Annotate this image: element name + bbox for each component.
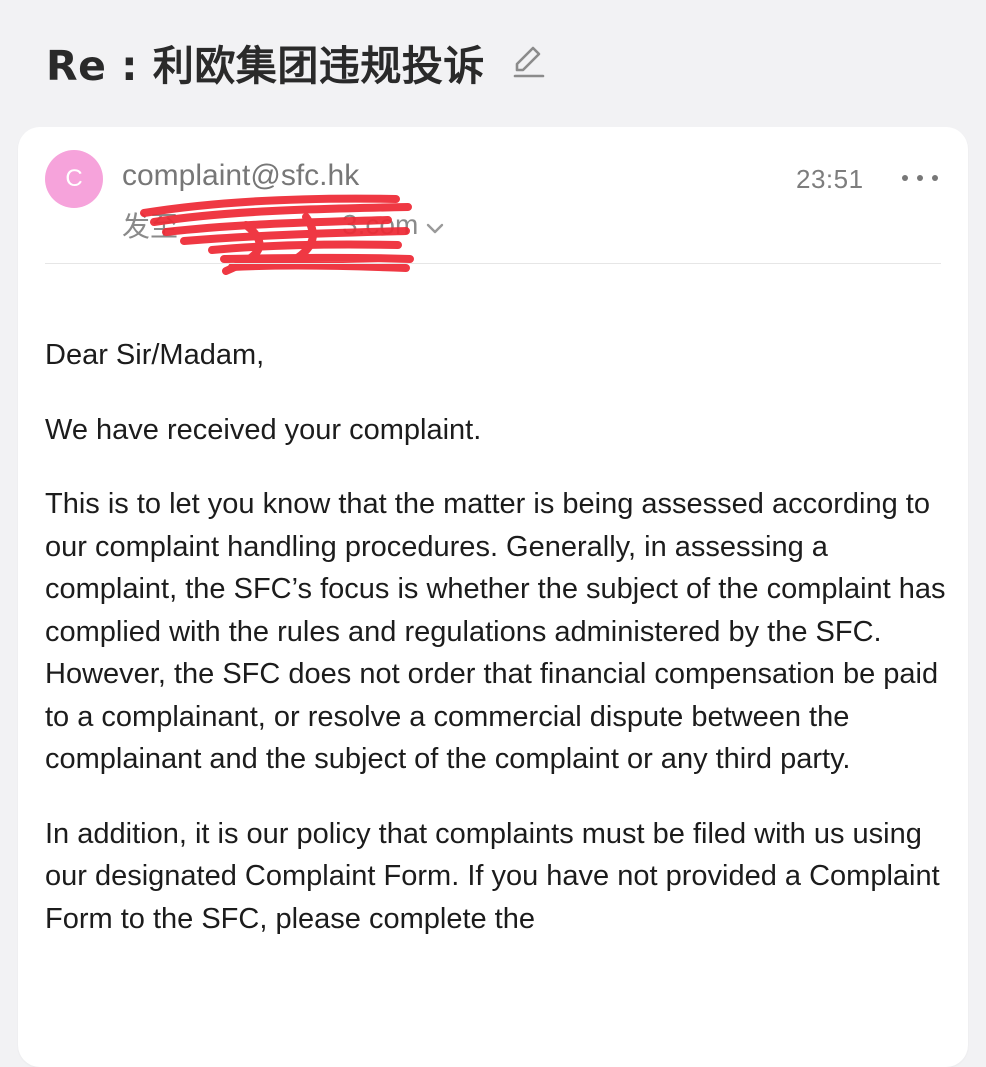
sender-email[interactable]: complaint@sfc.hk [122, 159, 359, 193]
more-dot [932, 175, 938, 181]
more-dot [917, 175, 923, 181]
more-dot [902, 175, 908, 181]
email-message-card: C complaint@sfc.hk 23:51 发至 3.com Dear S… [18, 127, 968, 1067]
body-paragraph: Dear Sir/Madam, [45, 339, 265, 371]
email-subject-header: Re : 利欧集团违规投诉 [46, 30, 547, 94]
recipient-prefix: 发至 [122, 210, 179, 243]
body-paragraph: We have received your complaint. [45, 413, 482, 446]
email-subject: Re : 利欧集团违规投诉 [46, 42, 485, 90]
header-divider [45, 263, 941, 264]
body-paragraph: This is to let you know that the matter … [45, 488, 946, 775]
recipient-redacted-area [178, 210, 342, 240]
email-body: Dear Sir/Madam, We have received your co… [45, 334, 950, 972]
recipient-visible-part: 3.com [342, 209, 419, 240]
chevron-down-icon[interactable] [424, 214, 446, 236]
message-time: 23:51 [796, 164, 864, 194]
more-horizontal-icon[interactable] [902, 167, 938, 189]
recipient-row[interactable]: 发至 3.com [122, 205, 446, 245]
avatar[interactable]: C [45, 150, 103, 208]
pencil-edit-icon[interactable] [509, 43, 547, 81]
body-paragraph: In addition, it is our policy that compl… [45, 817, 940, 935]
avatar-initial: C [65, 165, 83, 192]
